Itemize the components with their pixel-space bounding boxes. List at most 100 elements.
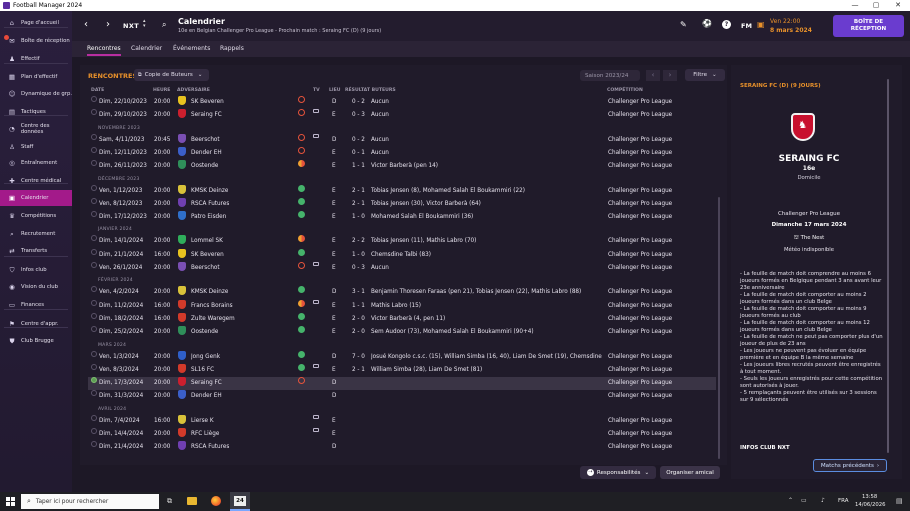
opponent-name[interactable]: Patro Eisden — [191, 211, 226, 224]
close-button[interactable]: ✕ — [888, 0, 908, 11]
col-opponent[interactable]: ADVERSAIRE — [177, 88, 210, 93]
fixture-competition[interactable]: Challenger Pro League — [608, 364, 672, 377]
sidebar-item-trophy[interactable]: ♛ Compétitions — [0, 208, 72, 224]
col-time[interactable]: HEURE — [153, 88, 170, 93]
row-select-icon[interactable] — [91, 211, 97, 218]
fixture-competition[interactable]: Challenger Pro League — [608, 262, 672, 275]
fixture-competition[interactable]: Challenger Pro League — [608, 286, 672, 299]
opponent-name[interactable]: KMSK Deinze — [191, 185, 228, 198]
prev-season-icon[interactable]: ‹ — [646, 70, 660, 81]
nxt-logo[interactable]: NXT — [123, 22, 139, 30]
previous-matches-button[interactable]: Matchs précédents › — [813, 459, 887, 472]
notifications-icon[interactable]: ▤ — [896, 497, 903, 505]
col-date[interactable]: DATE — [91, 88, 104, 93]
sidebar-item-inbox[interactable]: ✉ Boîte de réception — [0, 33, 72, 49]
row-select-icon[interactable] — [91, 248, 97, 255]
opponent-name[interactable]: KMSK Deinze — [191, 286, 228, 299]
row-select-icon[interactable] — [91, 350, 97, 357]
fixture-competition[interactable]: Challenger Pro League — [608, 109, 672, 122]
fixture-result[interactable]: 0 - 3 — [352, 109, 365, 122]
fixture-competition[interactable]: Challenger Pro League — [608, 249, 672, 262]
view-dropdown[interactable]: ⧉ Copie de Buteurs ⌄ — [134, 69, 209, 81]
row-select-icon[interactable] — [91, 414, 97, 421]
tab-evenements[interactable]: Événements — [173, 41, 210, 57]
opponent-name[interactable]: RSCA Futures — [191, 198, 229, 211]
table-row[interactable]: Dim, 18/2/2024 16:00 Zulte Waregem E 2 - 0 Vi… — [88, 312, 716, 326]
row-select-icon[interactable] — [91, 363, 97, 370]
fixture-result[interactable]: 0 - 2 — [352, 96, 365, 109]
row-select-icon[interactable] — [91, 96, 97, 102]
opponent-name[interactable]: Seraing FC — [191, 377, 222, 390]
opponent-name[interactable]: Jong Genk — [191, 351, 220, 364]
table-row[interactable]: Dim, 25/2/2024 20:00 Oostende E 2 - 0 Sem Aud… — [88, 326, 716, 339]
sidebar-item-club-brugge[interactable]: ⛊ Club Brugge — [0, 333, 72, 349]
row-select-icon[interactable] — [91, 184, 97, 191]
arrange-friendly-button[interactable]: Organiser amical — [660, 466, 720, 479]
table-row[interactable]: Dim, 21/4/2024 20:00 RSCA Futures D Challeng… — [88, 441, 716, 454]
task-view-icon[interactable]: ⧉ — [167, 497, 172, 506]
sidebar-item-data[interactable]: ◔ Centre des données — [0, 121, 72, 137]
fixture-competition[interactable]: Challenger Pro League — [608, 415, 672, 428]
table-row[interactable]: Dim, 29/10/2023 20:00 Seraing FC E 0 - 3 Aucu… — [88, 109, 716, 122]
col-competition[interactable]: COMPÉTITION — [607, 88, 643, 93]
fixture-result[interactable]: 0 - 1 — [352, 147, 365, 160]
fixture-competition[interactable]: Challenger Pro League — [608, 147, 672, 160]
sidebar-item-scouting[interactable]: ⌕ Recrutement — [0, 226, 72, 242]
fixture-competition[interactable]: Challenger Pro League — [608, 235, 672, 248]
table-row[interactable]: Dim, 14/1/2024 20:00 Lommel SK E 2 - 2 Tobias… — [88, 235, 716, 248]
row-select-icon[interactable] — [91, 299, 97, 306]
table-row[interactable]: Dim, 11/2/2024 16:00 Francs Borains E 1 - 1 M… — [88, 299, 716, 313]
network-icon[interactable]: ▭ — [801, 497, 807, 504]
back-arrow-icon[interactable]: ‹ — [84, 19, 88, 30]
season-select[interactable]: Saison 2023/24 — [580, 70, 640, 81]
opponent-name[interactable]: SK Beveren — [191, 249, 224, 262]
opponent-name[interactable]: Beerschot — [191, 262, 220, 275]
ball-icon[interactable]: ⚽ — [702, 19, 712, 28]
col-tv[interactable]: TV — [313, 88, 320, 93]
file-explorer-icon[interactable] — [187, 497, 197, 505]
table-row[interactable]: Dim, 17/12/2023 20:00 Patro Eisden E 1 - 0 Mo… — [88, 211, 716, 224]
fixture-competition[interactable]: Challenger Pro League — [608, 390, 672, 403]
fixture-competition[interactable]: Challenger Pro League — [608, 377, 672, 390]
opponent-name[interactable]: Zulte Waregem — [191, 313, 235, 326]
opponent-name[interactable]: SERAING FC — [731, 154, 887, 164]
fixture-competition[interactable]: Challenger Pro League — [608, 211, 672, 224]
table-row[interactable]: Ven, 4/2/2024 20:00 KMSK Deinze D 3 - 1 Benja… — [88, 286, 716, 299]
fixture-competition[interactable]: Challenger Pro League — [608, 198, 672, 211]
sidebar-item-tactics[interactable]: ▤ Tactiques — [0, 104, 72, 120]
fixture-result[interactable]: 1 - 1 — [352, 160, 365, 173]
fixture-competition[interactable]: Challenger Pro League — [608, 300, 672, 313]
firefox-icon[interactable] — [211, 496, 221, 506]
opponent-name[interactable]: SK Beveren — [191, 96, 224, 109]
fixture-result[interactable]: 2 - 0 — [352, 326, 365, 339]
fixture-result[interactable]: 2 - 1 — [352, 185, 365, 198]
sidebar-item-medical[interactable]: ✚ Centre médical — [0, 173, 72, 189]
table-row[interactable]: Dim, 12/11/2023 20:00 Dender EH E 0 - 1 Aucun… — [88, 146, 716, 160]
row-select-icon[interactable] — [91, 197, 97, 204]
row-select-icon[interactable] — [91, 146, 97, 153]
fixture-competition[interactable]: Challenger Pro League — [608, 313, 672, 326]
clock-time[interactable]: 13:58 — [862, 494, 877, 500]
opponent-name[interactable]: Dender EH — [191, 390, 222, 403]
fm-menu[interactable]: FM — [741, 22, 752, 30]
row-select-icon[interactable] — [91, 109, 97, 116]
volume-icon[interactable]: ♪ — [821, 497, 825, 504]
row-select-icon[interactable] — [91, 326, 97, 333]
opponent-name[interactable]: Lommel SK — [191, 235, 223, 248]
row-select-icon[interactable] — [91, 390, 97, 397]
fixture-result[interactable]: 0 - 2 — [352, 134, 365, 147]
tab-rappels[interactable]: Rappels — [220, 41, 244, 57]
responsibilities-button[interactable]: ⇢ Responsabilités ⌄ — [580, 466, 656, 479]
table-row[interactable]: Ven, 26/1/2024 20:00 Beerschot E 0 - 3 Aucun C… — [88, 262, 716, 275]
fixture-competition[interactable]: Challenger Pro League — [608, 428, 672, 441]
fixture-competition[interactable]: Challenger Pro League — [608, 96, 672, 109]
table-row[interactable]: Dim, 7/4/2024 16:00 Lierse K E Challenger Pr… — [88, 414, 716, 428]
table-row[interactable]: Dim, 31/3/2024 20:00 Dender EH D Challenger … — [88, 390, 716, 403]
taskbar-search[interactable]: ⌕ Taper ici pour rechercher — [21, 494, 159, 509]
fixture-result[interactable]: 2 - 0 — [352, 313, 365, 326]
sidebar-item-club-vision[interactable]: ◉ Vision du club — [0, 279, 72, 295]
row-select-icon[interactable] — [91, 286, 97, 293]
table-row[interactable]: Ven, 8/3/2024 20:00 SL16 FC E 2 - 1 William S… — [88, 363, 716, 377]
table-row[interactable]: Sam, 4/11/2023 20:45 Beerschot D 0 - 2 Aucun C… — [88, 133, 716, 147]
sidebar-item-finances[interactable]: ▭ Finances — [0, 297, 72, 313]
